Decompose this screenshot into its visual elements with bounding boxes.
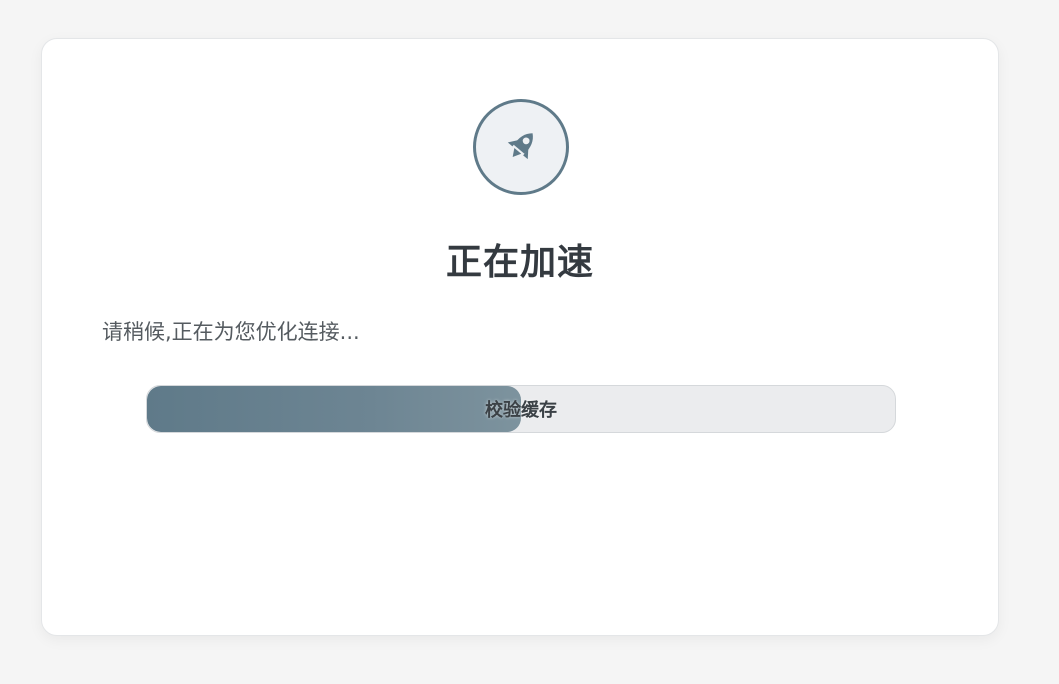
rocket-badge [473, 99, 569, 195]
page-title: 正在加速 [445, 242, 594, 283]
progress-step-label: 校验缓存 [485, 400, 557, 421]
progress-bar: 校验缓存 [146, 385, 896, 433]
status-message: 请稍候,正在为您优化连接... [102, 320, 360, 344]
rocket-icon [507, 133, 533, 160]
loading-card: 正在加速 请稍候,正在为您优化连接... 校验缓存 [41, 38, 999, 636]
